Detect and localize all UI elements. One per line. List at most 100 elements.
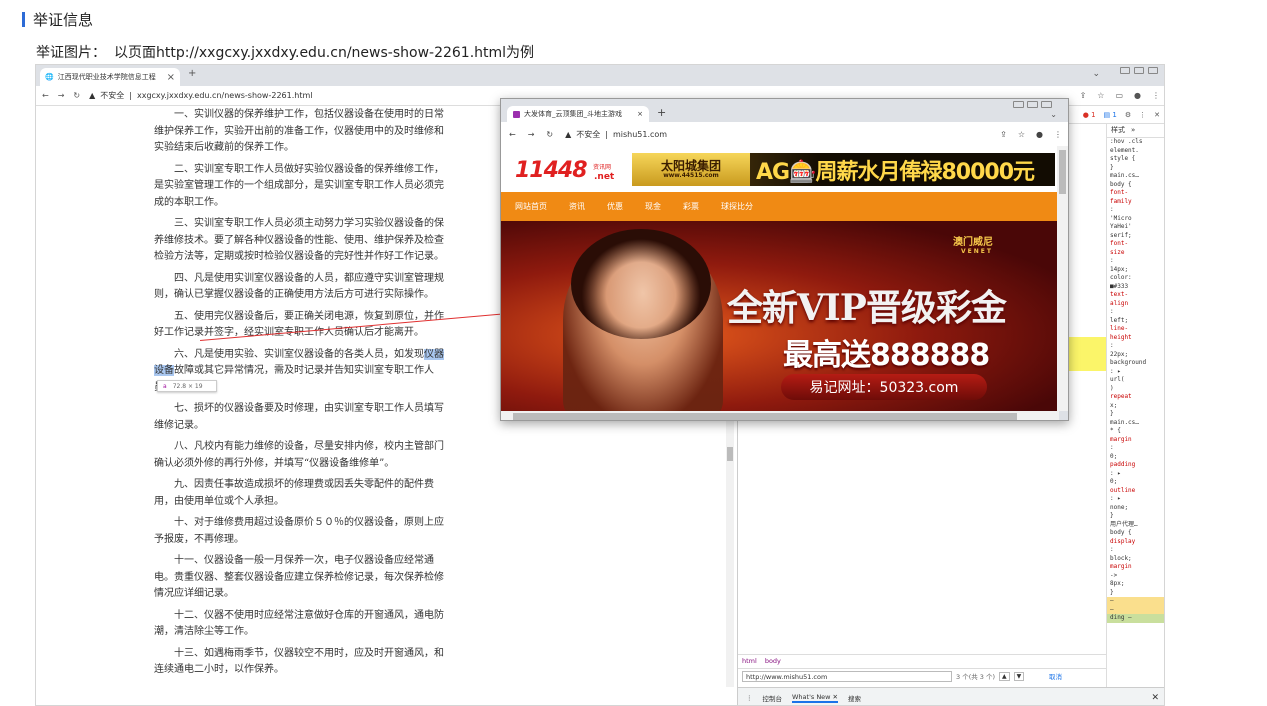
style-rule-line: margin bbox=[1110, 435, 1132, 443]
menu-kebab-icon[interactable]: ⋮ bbox=[1152, 91, 1160, 100]
search-input[interactable]: http://www.mishu51.com bbox=[742, 670, 952, 682]
settings-gear-icon[interactable]: ⚙ bbox=[1125, 111, 1131, 119]
prev-match-button[interactable]: ▲ bbox=[999, 671, 1010, 681]
popup-address-bar[interactable]: ▲ 不安全 | mishu51.com bbox=[565, 129, 667, 140]
style-rule-line: color: bbox=[1110, 274, 1132, 281]
close-tab-icon[interactable]: × bbox=[167, 72, 175, 83]
banner-text: AG🎰周薪水月俸禄80000元 bbox=[756, 159, 1035, 185]
tab-more[interactable]: » bbox=[1131, 126, 1135, 135]
breadcrumb: html body bbox=[738, 654, 1106, 666]
tab-search-chevron-icon[interactable]: ⌄ bbox=[1050, 110, 1057, 119]
sidebar-icon[interactable]: ▭ bbox=[1115, 91, 1123, 100]
nav-item-scores[interactable]: 球探比分 bbox=[721, 201, 753, 212]
inspect-tooltip: a 72.8 × 19 bbox=[157, 380, 217, 392]
site-address-pill: 易记网址：50323.com bbox=[781, 374, 987, 400]
style-rule-line: : bbox=[1110, 342, 1114, 349]
share-icon[interactable]: ⇪ bbox=[1080, 91, 1087, 100]
style-rule-line: : bbox=[1110, 546, 1114, 553]
style-rule-line: -> bbox=[1110, 571, 1118, 579]
new-tab-icon[interactable]: + bbox=[657, 106, 666, 119]
popup-toolbar: ← → ↻ ▲ 不安全 | mishu51.com ⇪ ☆ ● ⋮ bbox=[501, 122, 1068, 146]
share-icon[interactable]: ⇪ bbox=[1000, 130, 1007, 139]
message-count-badge[interactable]: ▤ 1 bbox=[1104, 111, 1117, 119]
next-match-button[interactable]: ▼ bbox=[1013, 671, 1025, 681]
back-icon[interactable]: ← bbox=[509, 130, 516, 139]
nav-item-lottery[interactable]: 彩票 bbox=[683, 201, 699, 212]
style-rule-line: family bbox=[1110, 197, 1132, 205]
style-rule-line: 用户代理… bbox=[1110, 520, 1138, 528]
paragraph: 三、实训室专职工作人员必须主动努力学习实验仪器设备的保养维修技术。要了解各种仪器… bbox=[154, 218, 444, 262]
nav-item-cash[interactable]: 现金 bbox=[645, 201, 661, 212]
site-logo[interactable]: 11448 资讯网 .net bbox=[515, 150, 627, 184]
style-rule-line: ) bbox=[1110, 384, 1114, 392]
new-tab-icon[interactable]: + bbox=[188, 68, 196, 79]
reload-icon[interactable]: ↻ bbox=[73, 91, 80, 100]
nav-item-offers[interactable]: 优惠 bbox=[607, 201, 623, 212]
popup-horizontal-scrollbar[interactable] bbox=[501, 411, 1059, 420]
not-secure-label: 不安全 bbox=[576, 129, 601, 139]
drawer-tab-console[interactable]: 控制台 bbox=[763, 693, 783, 703]
style-rule-line: 0; bbox=[1110, 452, 1118, 460]
style-rule-line: x; bbox=[1110, 401, 1118, 409]
reload-icon[interactable]: ↻ bbox=[546, 130, 553, 139]
minimize-icon[interactable] bbox=[1120, 67, 1130, 74]
back-icon[interactable]: ← bbox=[42, 91, 49, 100]
drawer-menu-icon[interactable]: ⋮ bbox=[746, 694, 753, 702]
browser-tab[interactable]: 🌐 江西现代职业技术学院信息工程 × bbox=[40, 68, 180, 86]
scrollbar-thumb[interactable] bbox=[727, 447, 733, 461]
popup-vertical-scrollbar[interactable] bbox=[1057, 146, 1068, 411]
close-devtools-icon[interactable]: ✕ bbox=[1154, 111, 1160, 119]
forward-icon[interactable]: → bbox=[528, 130, 535, 139]
styles-pane: 样式 » :hov .cls element. style {} main.cs… bo… bbox=[1106, 124, 1164, 699]
style-rule-line: line- bbox=[1110, 325, 1129, 332]
drawer-tab-whats-new[interactable]: What's New ✕ bbox=[792, 693, 839, 703]
devtools-drawer: ⋮ 控制台 What's New ✕ 搜索 ✕ bbox=[738, 687, 1164, 705]
cancel-search-button[interactable]: 取消 bbox=[1049, 671, 1062, 681]
paragraph: 七、损坏的仪器设备要及时修理，由实训室专职工作人员填写维修记录。 bbox=[154, 403, 444, 431]
address-bar[interactable]: ▲ 不安全 | xxgcxy.jxxdxy.edu.cn/news-show-2… bbox=[89, 90, 312, 101]
style-rule-line: style { bbox=[1110, 155, 1136, 162]
style-rule-line: block; bbox=[1110, 554, 1132, 562]
close-window-icon[interactable] bbox=[1148, 67, 1158, 74]
hero-ad-banner[interactable]: 澳门威尼 VENET 全新VIP晋级彩金 最高送888888 易记网址：5032… bbox=[501, 221, 1059, 411]
drawer-tab-search[interactable]: 搜索 bbox=[848, 693, 861, 703]
popup-tab-title: 大发体育_云顶集团_斗地主游戏 bbox=[524, 110, 622, 118]
popup-tab[interactable]: 大发体育_云顶集团_斗地主游戏 × bbox=[507, 106, 649, 122]
header-accent-bar bbox=[22, 11, 25, 27]
crumb-html[interactable]: html bbox=[742, 657, 757, 665]
section-title: 举证信息 bbox=[33, 10, 94, 29]
nav-item-news[interactable]: 资讯 bbox=[569, 201, 585, 212]
paragraph: 十二、仪器不使用时应经常注意做好仓库的开窗通风，通电防潮，清洁除尘等工作。 bbox=[154, 609, 444, 638]
evidence-line: 举证图片： 以页面http://xxgcxy.jxxdxy.edu.cn/news… bbox=[36, 42, 534, 62]
close-tab-icon[interactable]: × bbox=[637, 110, 643, 118]
close-window-icon[interactable] bbox=[1041, 101, 1052, 108]
profile-icon[interactable]: ● bbox=[1036, 130, 1043, 139]
nav-item-home[interactable]: 网站首页 bbox=[515, 201, 547, 212]
globe-icon: 🌐 bbox=[45, 73, 54, 81]
paragraph: 九、因责任事故造成损坏的修理费或因丢失零配件的配件费用，由使用单位或个人承担。 bbox=[154, 479, 434, 507]
style-rule-line: } bbox=[1110, 410, 1114, 417]
window-controls bbox=[1120, 67, 1158, 74]
close-drawer-icon[interactable]: ✕ bbox=[1151, 693, 1159, 703]
style-rule-line: display bbox=[1110, 537, 1136, 545]
menu-kebab-icon[interactable]: ⋮ bbox=[1054, 130, 1062, 139]
popup-window-controls bbox=[1013, 101, 1052, 108]
profile-icon[interactable]: ● bbox=[1134, 91, 1141, 100]
restore-icon[interactable] bbox=[1027, 101, 1038, 108]
bookmark-star-icon[interactable]: ☆ bbox=[1097, 91, 1104, 100]
forward-icon[interactable]: → bbox=[58, 91, 65, 100]
crumb-body[interactable]: body bbox=[765, 657, 781, 665]
bookmark-star-icon[interactable]: ☆ bbox=[1018, 130, 1025, 139]
banner-brand: 太阳城集团 www.44515.com bbox=[632, 153, 750, 186]
style-rule-line: 22px; bbox=[1110, 350, 1129, 358]
paragraph: 一、实训仪器的保养维护工作，包括仪器设备在使用时的日常维护保养工作，实验开出前的… bbox=[154, 109, 444, 153]
ad-banner-top[interactable]: 太阳城集团 www.44515.com AG🎰周薪水月俸禄80000元 bbox=[632, 153, 1055, 186]
error-count-badge[interactable]: ● 1 bbox=[1083, 111, 1096, 119]
style-rule-line: align bbox=[1110, 299, 1129, 307]
venetian-logo: 澳门威尼 VENET bbox=[953, 237, 993, 255]
minimize-icon[interactable] bbox=[1013, 101, 1024, 108]
restore-icon[interactable] bbox=[1134, 67, 1144, 74]
tab-styles[interactable]: 样式 bbox=[1111, 126, 1125, 135]
devtools-menu-icon[interactable]: ⋮ bbox=[1139, 111, 1146, 119]
tab-search-chevron-icon[interactable]: ⌄ bbox=[1092, 69, 1100, 79]
